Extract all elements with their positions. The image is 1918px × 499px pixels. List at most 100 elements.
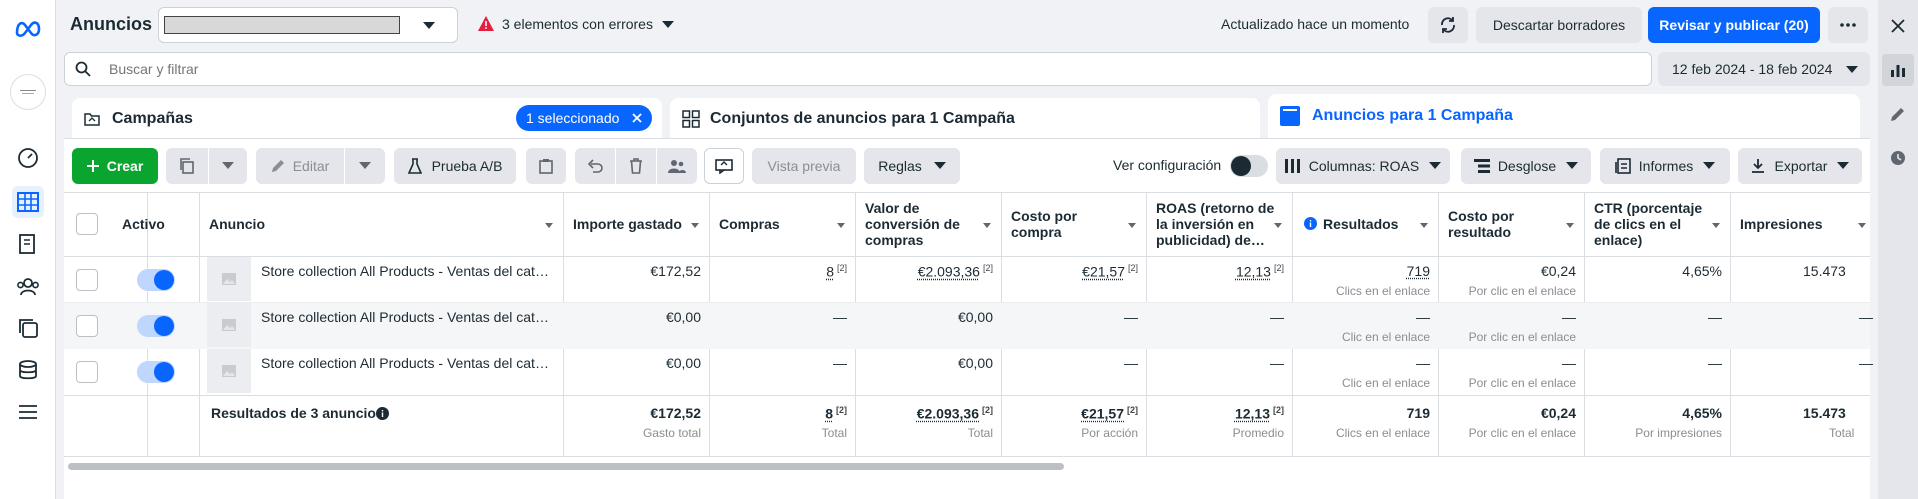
preview-button[interactable]: Vista previa — [752, 148, 856, 184]
comment-button[interactable] — [704, 148, 744, 184]
sort-arrow-icon[interactable] — [1858, 223, 1866, 228]
search-filter-bar[interactable] — [64, 52, 1652, 86]
sort-arrow-icon[interactable] — [691, 223, 699, 228]
ads-manager-table-icon[interactable] — [12, 186, 44, 218]
sort-arrow-icon[interactable] — [1128, 223, 1136, 228]
active-toggle[interactable] — [137, 315, 175, 337]
grid-squares-icon — [682, 110, 700, 128]
col-header-impressions[interactable]: Impresiones — [1740, 216, 1822, 232]
pages-icon[interactable] — [12, 228, 44, 260]
billing-stack-icon[interactable] — [12, 354, 44, 386]
tab-campaigns[interactable]: Campañas 1 seleccionado — [72, 98, 662, 138]
sort-arrow-icon[interactable] — [1566, 223, 1574, 228]
sort-arrow-icon[interactable] — [983, 223, 991, 228]
refresh-button[interactable] — [1428, 7, 1468, 43]
columns-button[interactable]: Columnas: ROAS — [1276, 148, 1450, 184]
sort-arrow-icon[interactable] — [1274, 223, 1282, 228]
more-options-button[interactable] — [1828, 7, 1868, 43]
col-header-ctr[interactable]: CTR (porcentaje de clics en el enlace) — [1594, 200, 1718, 248]
total-cost-result: €0,24 — [1540, 405, 1576, 421]
sort-arrow-icon[interactable] — [837, 223, 845, 228]
chart-icon[interactable] — [1882, 54, 1914, 86]
ad-name[interactable]: Store collection All Products - Ventas d… — [261, 309, 551, 325]
table-row[interactable]: Store collection All Products - Ventas d… — [64, 303, 1873, 349]
chevron-down-icon — [1846, 66, 1858, 74]
sort-arrow-icon[interactable] — [1712, 223, 1720, 228]
folder-icon — [84, 112, 100, 126]
totals-row: Resultados de 3 anuncios €172,52 Gasto t… — [64, 396, 1870, 456]
view-config-toggle[interactable] — [1230, 155, 1268, 177]
col-header-conv-value[interactable]: Valor de conversión de compras — [865, 200, 975, 248]
sort-arrow-icon[interactable] — [545, 223, 553, 228]
info-icon[interactable] — [376, 407, 389, 420]
tab-adsets[interactable]: Conjuntos de anuncios para 1 Campaña — [670, 98, 1260, 138]
edit-dropdown-button[interactable] — [345, 148, 385, 184]
chevron-down-icon[interactable] — [662, 21, 674, 29]
errors-indicator[interactable]: 3 elementos con errores — [502, 16, 653, 32]
delete-button[interactable] — [616, 148, 656, 184]
discard-drafts-button[interactable]: Descartar borradores — [1476, 7, 1642, 43]
create-button[interactable]: Crear — [72, 148, 158, 184]
dashboard-gauge-icon[interactable] — [12, 142, 44, 174]
ab-test-button[interactable]: Prueba A/B — [394, 148, 516, 184]
info-icon[interactable] — [1304, 217, 1317, 230]
cell-roas: — — [1270, 309, 1284, 325]
trash-icon — [630, 158, 642, 174]
clipboard-button[interactable] — [526, 148, 566, 184]
share-audience-button[interactable] — [657, 148, 697, 184]
table-row[interactable]: Store collection All Products - Ventas d… — [64, 349, 1873, 395]
close-icon[interactable] — [1882, 10, 1914, 42]
account-selector[interactable] — [158, 7, 458, 43]
pencil-icon[interactable] — [1882, 98, 1914, 130]
history-clock-icon[interactable] — [1882, 142, 1914, 174]
duplicate-dropdown-button[interactable] — [209, 148, 247, 184]
selected-badge[interactable]: 1 seleccionado — [516, 105, 652, 131]
cell-spent: €0,00 — [665, 355, 701, 371]
ad-name[interactable]: Store collection All Products - Ventas d… — [261, 263, 551, 279]
catalog-icon[interactable] — [12, 312, 44, 344]
active-toggle[interactable] — [137, 361, 175, 383]
ad-name[interactable]: Store collection All Products - Ventas d… — [261, 355, 551, 371]
breakdown-button[interactable]: Desglose — [1461, 148, 1591, 184]
total-ctr-sub: Por impresiones — [1635, 426, 1722, 440]
col-header-roas[interactable]: ROAS (retorno de la inversión en publici… — [1156, 200, 1276, 248]
date-range-picker[interactable]: 12 feb 2024 - 18 feb 2024 — [1658, 52, 1870, 86]
menu-hamburger-icon[interactable] — [12, 396, 44, 428]
col-header-results[interactable]: Resultados — [1323, 216, 1398, 232]
cell-cost-result: — — [1562, 309, 1576, 325]
account-avatar[interactable] — [10, 74, 46, 110]
tab-ads[interactable]: Anuncios para 1 Campaña — [1268, 94, 1860, 138]
row-checkbox[interactable] — [76, 269, 98, 291]
col-header-ad[interactable]: Anuncio — [209, 216, 265, 232]
undo-button[interactable] — [575, 148, 615, 184]
duplicate-button[interactable] — [166, 148, 208, 184]
sort-arrow-icon[interactable] — [1420, 223, 1428, 228]
reports-button[interactable]: Informes — [1600, 148, 1730, 184]
rules-button[interactable]: Reglas — [864, 148, 960, 184]
audiences-icon[interactable] — [12, 270, 44, 302]
col-header-active[interactable]: Activo — [122, 216, 165, 232]
cell-results: — — [1416, 309, 1430, 325]
total-roas: 12,13 [2] — [1147, 405, 1284, 422]
horizontal-scrollbar-thumb[interactable] — [68, 463, 1064, 470]
clear-selection-icon[interactable] — [632, 113, 642, 123]
col-header-spent[interactable]: Importe gastado — [573, 216, 682, 232]
export-button[interactable]: Exportar — [1738, 148, 1862, 184]
export-button-label: Exportar — [1774, 158, 1828, 174]
select-all-checkbox[interactable] — [76, 213, 98, 235]
meta-logo-icon[interactable] — [12, 12, 44, 44]
review-publish-button[interactable]: Revisar y publicar (20) — [1648, 7, 1820, 43]
table-row[interactable]: Store collection All Products - Ventas d… — [64, 257, 1870, 303]
cell-results-sub: Clics en el enlace — [1335, 284, 1430, 298]
active-toggle[interactable] — [137, 269, 175, 291]
row-checkbox[interactable] — [76, 315, 98, 337]
edit-button[interactable]: Editar — [256, 148, 344, 184]
cell-cost-result: €0,24 — [1540, 263, 1576, 279]
image-placeholder-icon — [222, 273, 236, 285]
attribution-marker: [2] — [836, 405, 847, 415]
col-header-cost-purchase[interactable]: Costo por compra — [1011, 208, 1111, 240]
col-header-purchases[interactable]: Compras — [719, 216, 780, 232]
col-header-cost-result[interactable]: Costo por resultado — [1448, 208, 1548, 240]
row-checkbox[interactable] — [76, 361, 98, 383]
search-input[interactable] — [109, 59, 1609, 79]
